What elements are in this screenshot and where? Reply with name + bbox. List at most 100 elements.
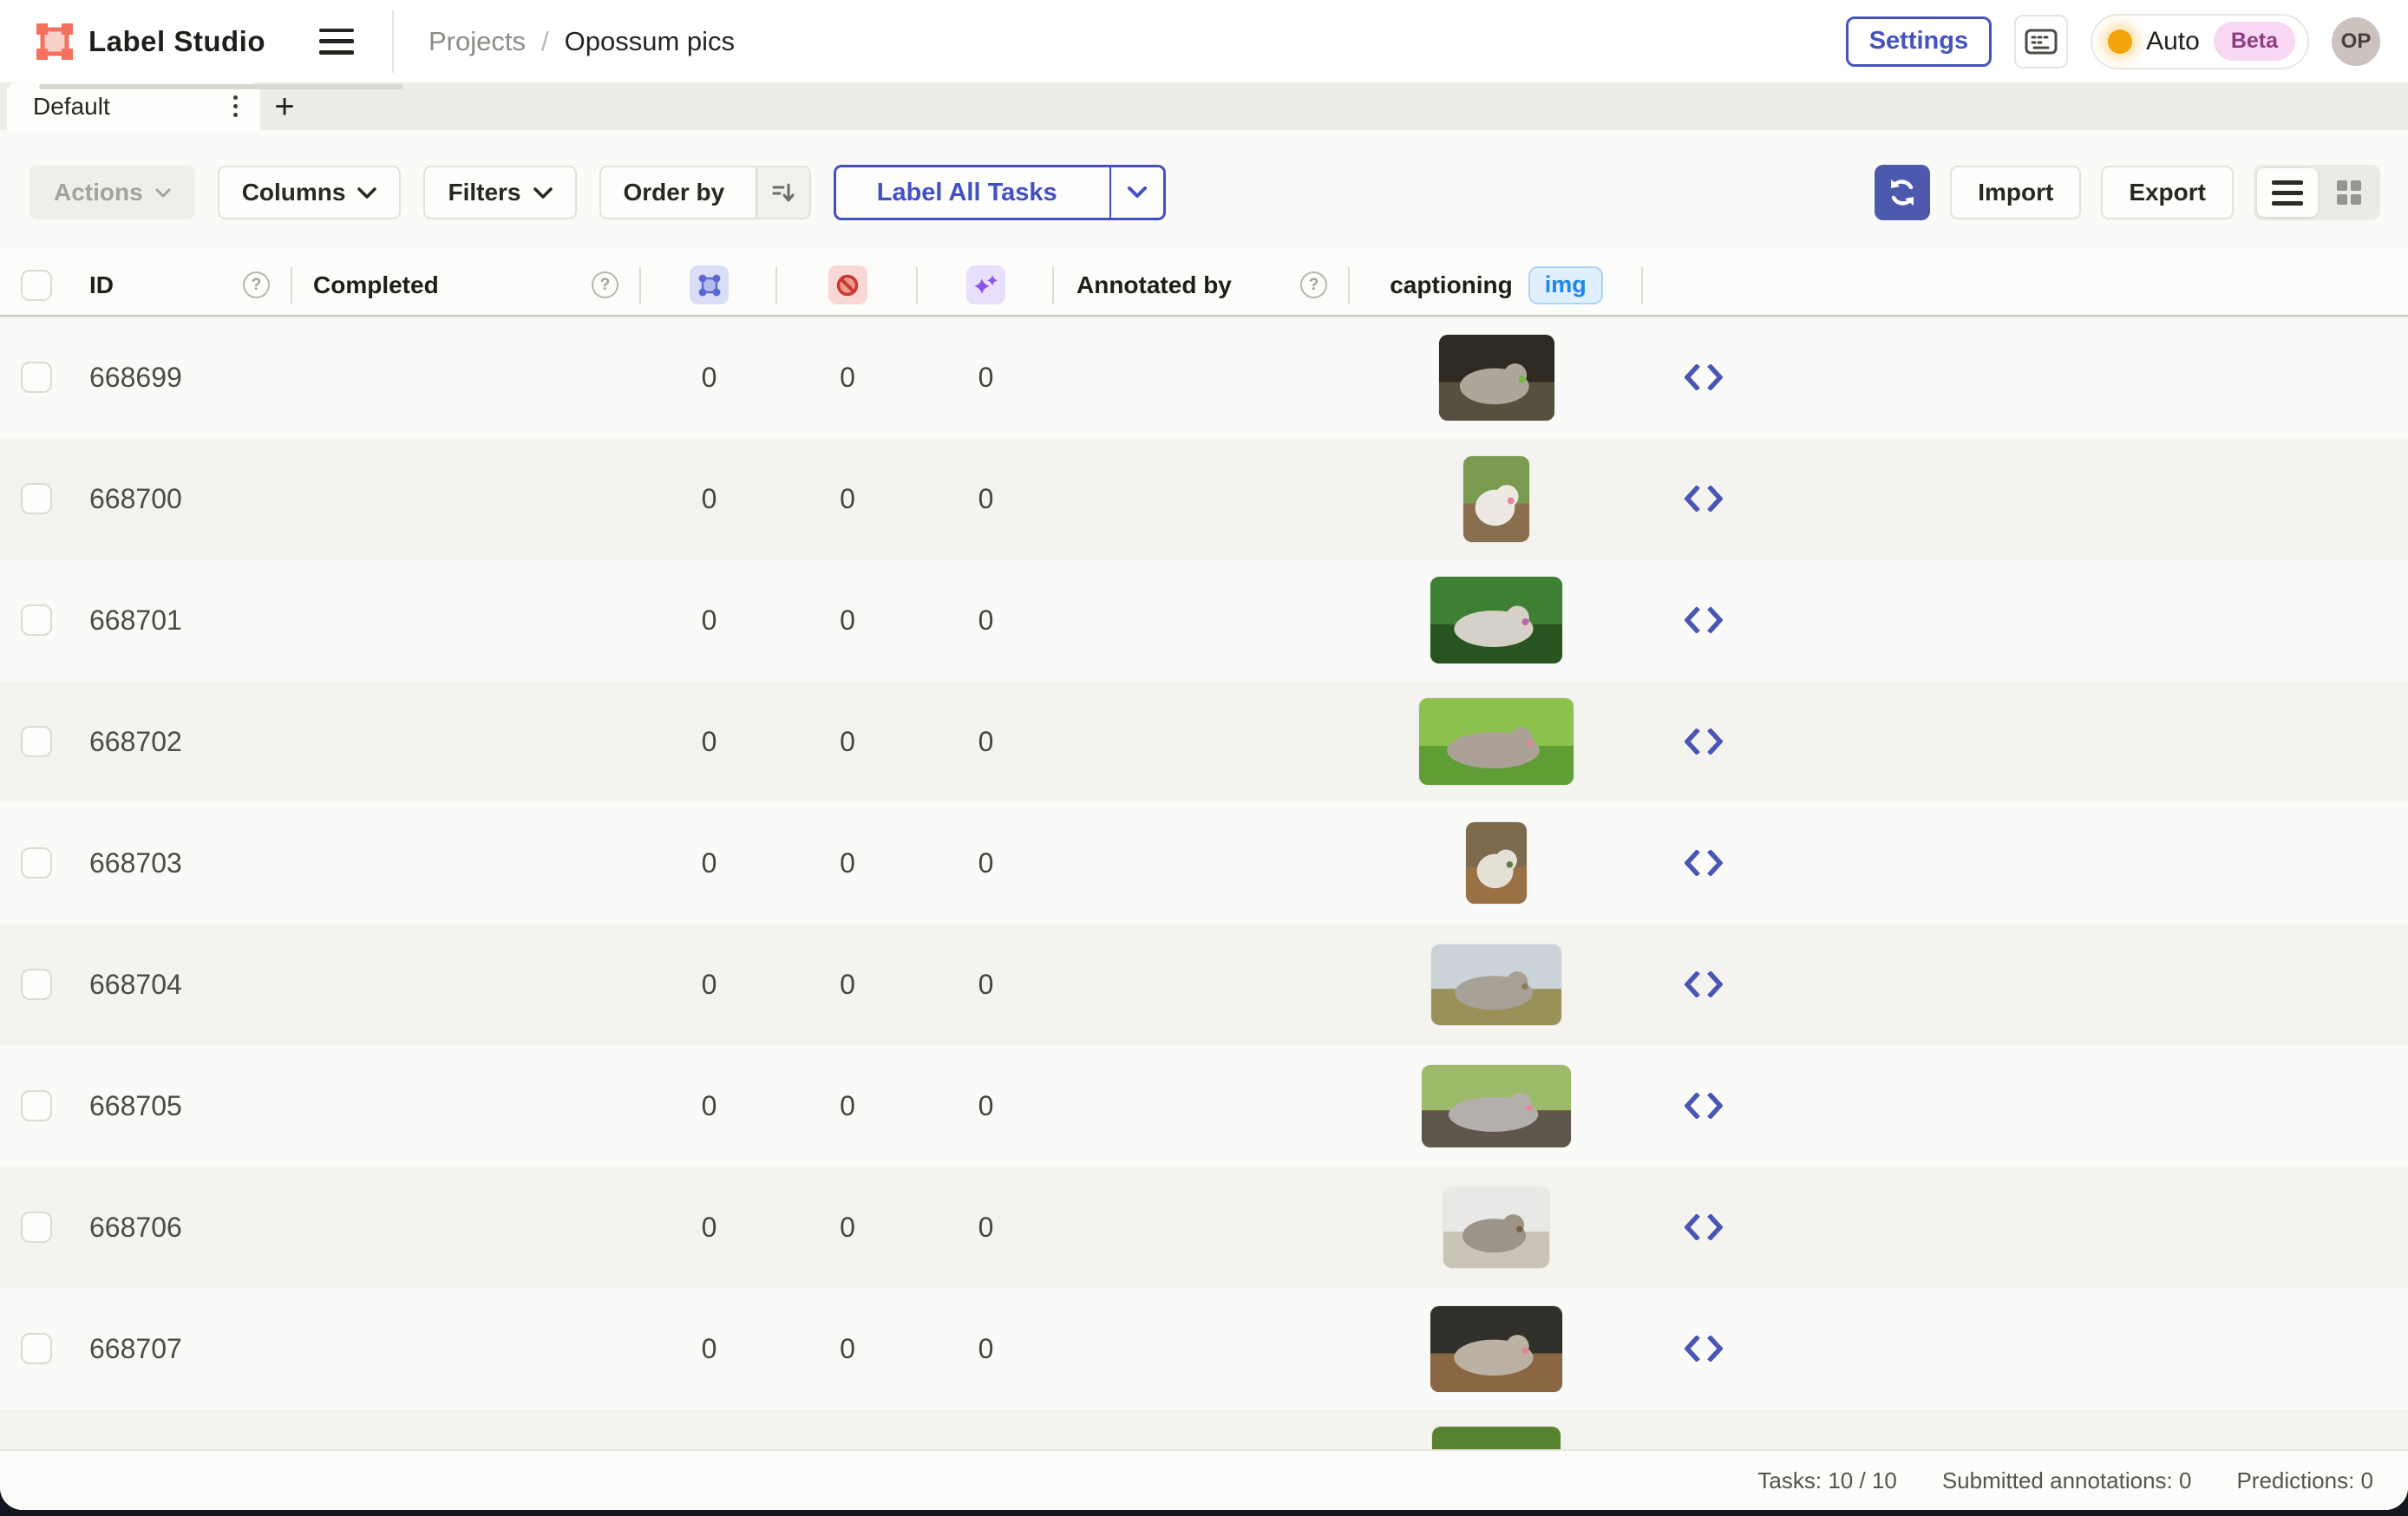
cell-cancelled-count: 0: [777, 802, 918, 924]
table-row[interactable]: 668706 0 0 0: [0, 1166, 2408, 1288]
header-cell-predictions[interactable]: [918, 255, 1054, 315]
captioning-column-label: captioning: [1390, 271, 1513, 299]
show-source-button[interactable]: [1685, 607, 1723, 633]
user-avatar[interactable]: OP: [2332, 17, 2380, 66]
code-icon: [1685, 607, 1723, 633]
regions-count-icon[interactable]: [690, 265, 729, 304]
task-image-thumbnail[interactable]: [1430, 577, 1562, 663]
row-checkbox[interactable]: [21, 483, 52, 514]
tab-strip-scrollbar[interactable]: [39, 84, 403, 89]
task-image-thumbnail[interactable]: [1443, 1187, 1549, 1268]
predictions-count-value: 0: [978, 483, 994, 515]
cell-source: [1643, 924, 1764, 1045]
actions-button[interactable]: Actions: [29, 166, 195, 219]
table-row[interactable]: 668708 0 0 0: [0, 1409, 2408, 1449]
table-row[interactable]: 668699 0 0 0: [0, 317, 2408, 438]
task-image-thumbnail[interactable]: [1439, 335, 1554, 421]
keyboard-shortcuts-button[interactable]: [2014, 15, 2068, 69]
skipped-count-icon[interactable]: [828, 265, 867, 304]
id-help-icon[interactable]: ?: [243, 271, 270, 298]
show-source-button[interactable]: [1685, 1214, 1723, 1240]
show-source-button[interactable]: [1685, 364, 1723, 390]
cell-predictions-count: 0: [918, 802, 1054, 924]
order-by-button[interactable]: Order by: [599, 166, 812, 219]
cell-predictions-count: 0: [918, 438, 1054, 559]
header-cell-completed[interactable]: Completed ?: [292, 255, 641, 315]
task-image-thumbnail[interactable]: [1422, 1065, 1571, 1147]
cell-annotated-by: [1054, 1288, 1350, 1409]
table-row[interactable]: 668700 0 0 0: [0, 438, 2408, 559]
add-tab-button[interactable]: +: [260, 82, 309, 130]
completed-help-icon[interactable]: ?: [592, 271, 618, 298]
code-icon: [1685, 850, 1723, 876]
show-source-button[interactable]: [1685, 1093, 1723, 1119]
cancelled-count-value: 0: [840, 1212, 855, 1244]
label-all-tasks-button[interactable]: Label All Tasks: [834, 165, 1166, 220]
cell-captioning: [1350, 559, 1643, 681]
breadcrumb-projects-link[interactable]: Projects: [429, 26, 526, 57]
row-spacer: [1764, 1045, 2408, 1166]
show-source-button[interactable]: [1685, 729, 1723, 755]
select-all-checkbox[interactable]: [21, 270, 52, 301]
cell-annotations-count: 0: [641, 1409, 777, 1449]
tab-default[interactable]: Default: [7, 82, 260, 130]
show-source-button[interactable]: [1685, 486, 1723, 512]
row-checkbox[interactable]: [21, 847, 52, 879]
annotated-by-help-icon[interactable]: ?: [1300, 271, 1327, 298]
task-image-thumbnail[interactable]: [1419, 698, 1574, 785]
row-checkbox[interactable]: [21, 1333, 52, 1364]
header-cell-cancelled[interactable]: [777, 255, 918, 315]
chevron-down-icon: [155, 188, 171, 198]
export-button[interactable]: Export: [2101, 166, 2234, 219]
show-source-button[interactable]: [1685, 971, 1723, 997]
tasks-count: Tasks: 10 / 10: [1757, 1467, 1896, 1494]
table-row[interactable]: 668705 0 0 0: [0, 1045, 2408, 1166]
table-row[interactable]: 668702 0 0 0: [0, 681, 2408, 802]
app-title: Label Studio: [88, 25, 265, 58]
tab-options-kebab-icon[interactable]: [226, 88, 245, 124]
row-checkbox[interactable]: [21, 1090, 52, 1121]
task-image-thumbnail[interactable]: [1431, 944, 1561, 1025]
annotations-count-value: 0: [702, 483, 717, 515]
cell-annotations-count: 0: [641, 924, 777, 1045]
row-spacer: [1764, 1409, 2408, 1449]
label-all-tasks-dropdown[interactable]: [1109, 167, 1163, 218]
predictions-count-value: 0: [978, 726, 994, 758]
cell-id: 668704: [69, 924, 292, 1045]
annotations-count-value: 0: [702, 847, 717, 879]
row-checkbox[interactable]: [21, 726, 52, 757]
show-source-button[interactable]: [1685, 850, 1723, 876]
table-row[interactable]: 668704 0 0 0: [0, 924, 2408, 1045]
cell-annotations-count: 0: [641, 681, 777, 802]
header-cell-annotations[interactable]: [641, 255, 777, 315]
refresh-button[interactable]: [1875, 165, 1930, 220]
settings-button[interactable]: Settings: [1846, 16, 1992, 67]
label-studio-logo[interactable]: Label Studio: [35, 22, 265, 62]
show-source-button[interactable]: [1685, 1336, 1723, 1362]
filters-button[interactable]: Filters: [423, 166, 576, 219]
row-checkbox[interactable]: [21, 604, 52, 636]
columns-button[interactable]: Columns: [218, 166, 402, 219]
header-cell-id[interactable]: ID ?: [69, 255, 292, 315]
grid-view-button[interactable]: [2321, 168, 2377, 217]
table-row[interactable]: 668701 0 0 0: [0, 559, 2408, 681]
header-cell-annotated-by[interactable]: Annotated by ?: [1054, 255, 1350, 315]
auto-mode-toggle[interactable]: Auto Beta: [2091, 14, 2309, 69]
row-checkbox[interactable]: [21, 969, 52, 1000]
task-image-thumbnail[interactable]: [1432, 1427, 1561, 1449]
cell-id: 668699: [69, 317, 292, 438]
table-row[interactable]: 668707 0 0 0: [0, 1288, 2408, 1409]
task-image-thumbnail[interactable]: [1430, 1306, 1562, 1392]
predictions-sparkles-icon[interactable]: [966, 265, 1005, 304]
menu-hamburger-icon[interactable]: [319, 29, 354, 55]
list-view-button[interactable]: [2257, 168, 2318, 217]
row-checkbox[interactable]: [21, 1212, 52, 1243]
row-checkbox[interactable]: [21, 362, 52, 393]
import-button[interactable]: Import: [1950, 166, 2081, 219]
sort-direction-segment[interactable]: [756, 167, 809, 218]
task-image-thumbnail[interactable]: [1463, 456, 1529, 542]
header-cell-captioning[interactable]: captioning img: [1350, 255, 1643, 315]
task-image-thumbnail[interactable]: [1466, 822, 1527, 904]
table-row[interactable]: 668703 0 0 0: [0, 802, 2408, 924]
row-spacer: [1764, 317, 2408, 438]
